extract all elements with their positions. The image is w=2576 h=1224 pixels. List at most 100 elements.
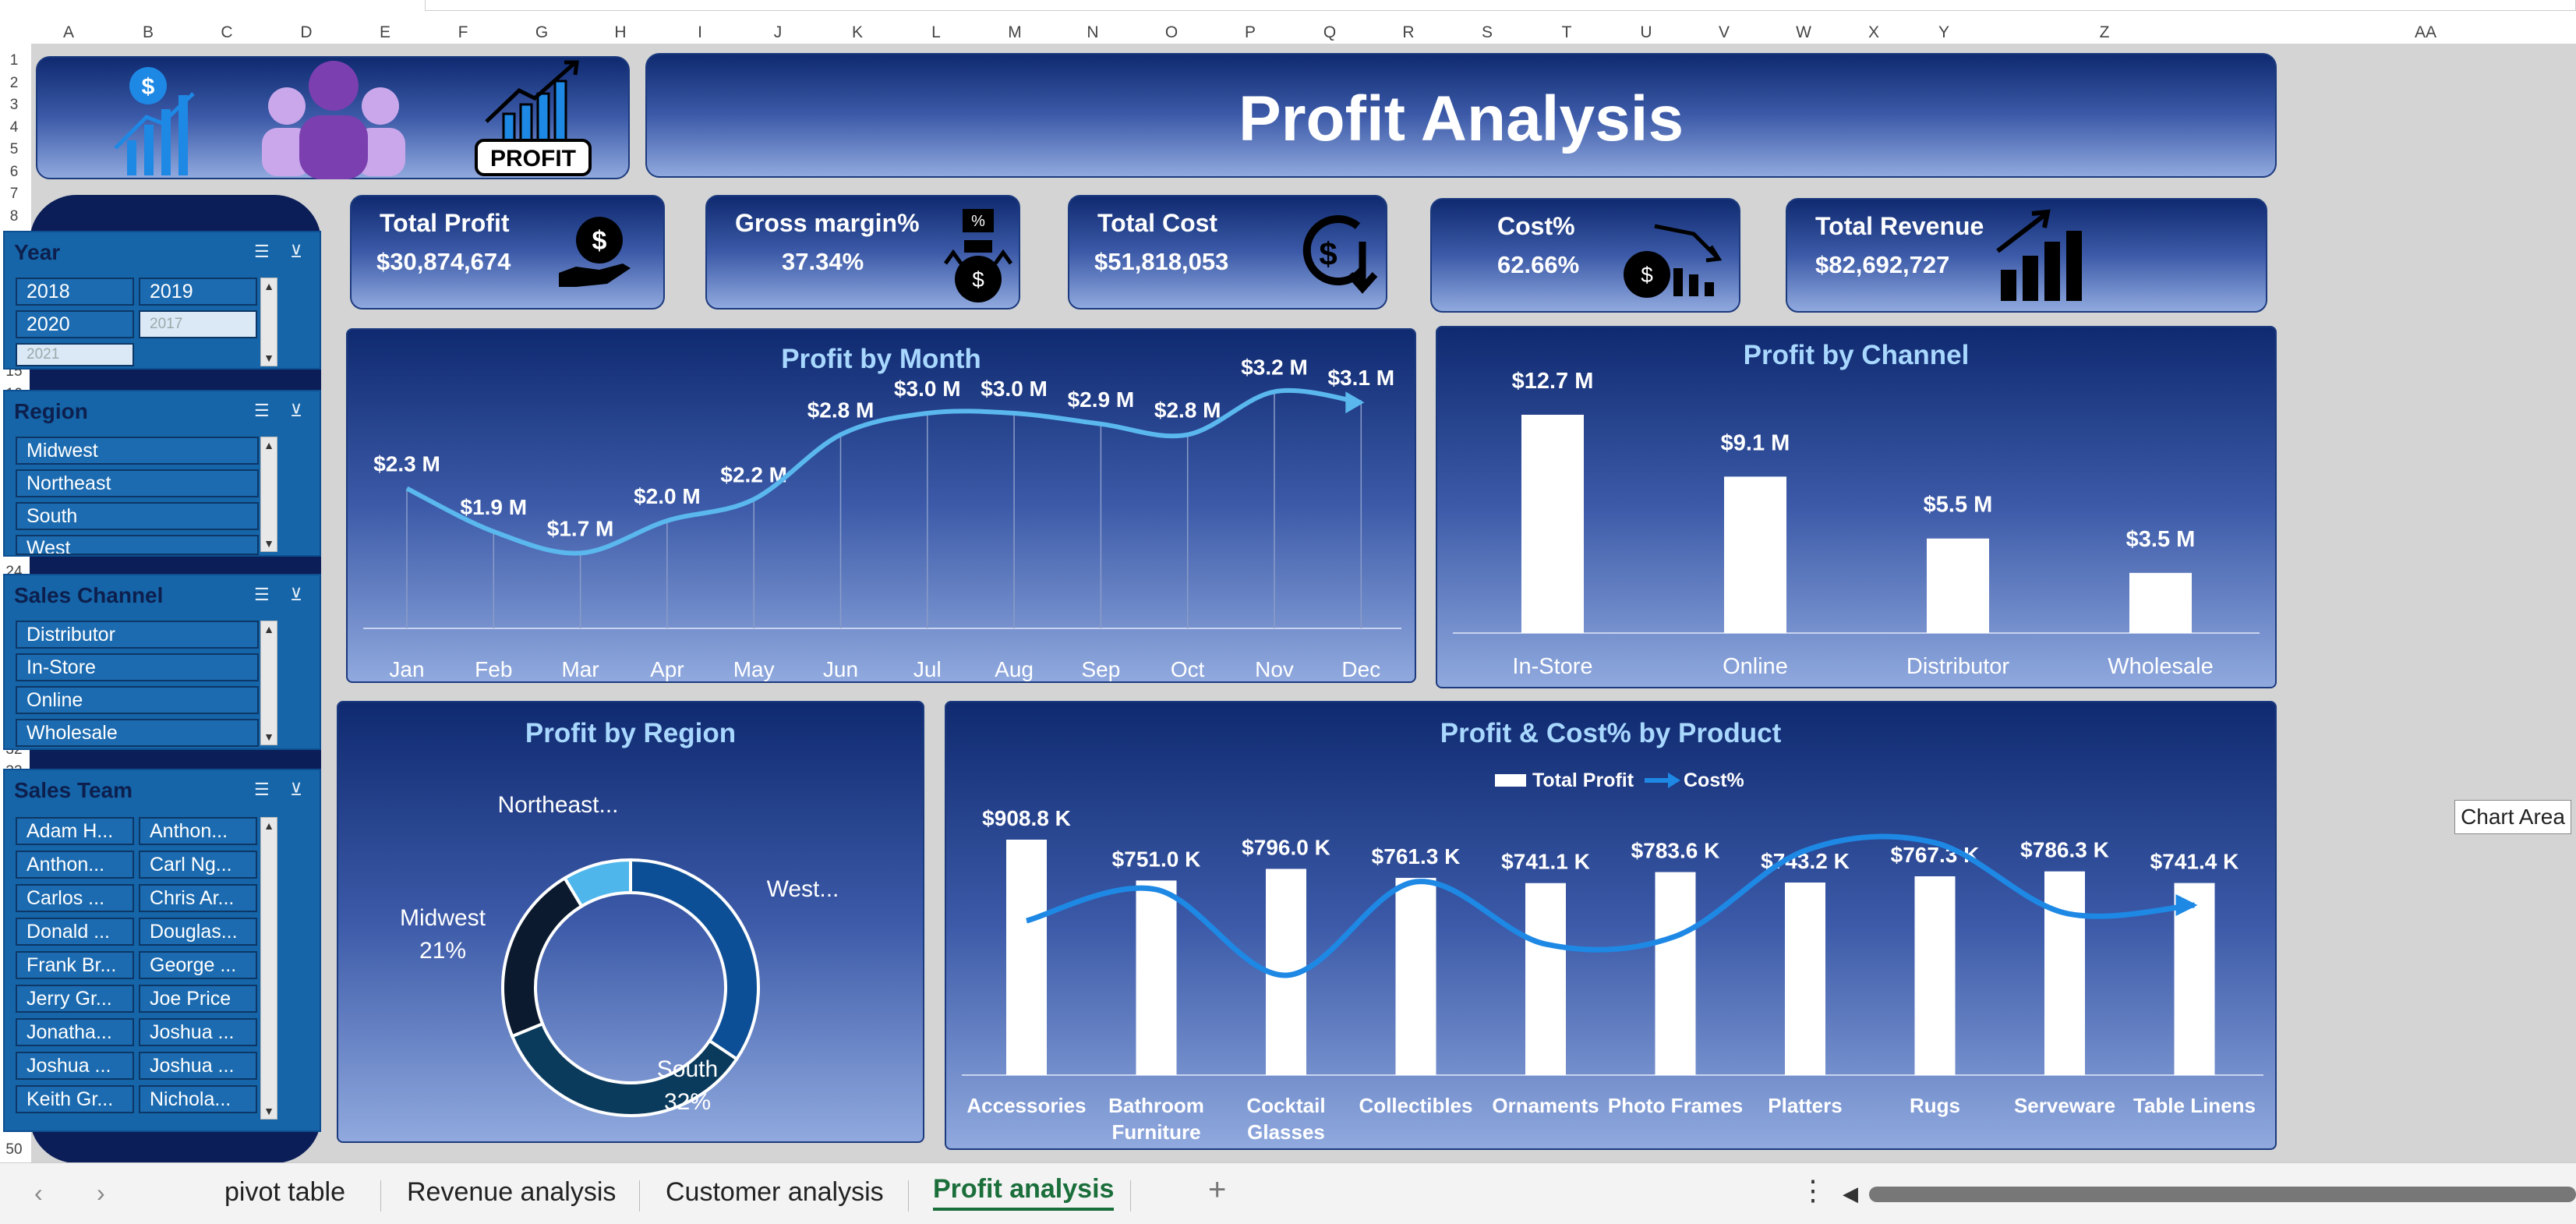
slicer-item[interactable]: Keith Gr... [16, 1085, 134, 1113]
column-letter[interactable]: O [1165, 23, 1178, 42]
slicer-item[interactable]: 2018 [16, 278, 134, 306]
slicer-item[interactable]: 2020 [16, 310, 134, 338]
column-letter[interactable]: Y [1938, 23, 1949, 42]
next-sheet-icon[interactable]: › [97, 1179, 105, 1208]
column-letter[interactable]: W [1796, 23, 1811, 42]
slicer-item[interactable]: 2019 [139, 278, 257, 306]
column-letter[interactable]: Q [1323, 23, 1336, 42]
slicer-item[interactable]: George ... [139, 951, 257, 979]
row-number[interactable]: 7 [0, 186, 28, 203]
clear-filter-icon[interactable]: ⊻ [290, 585, 302, 605]
chart-profit-by-channel[interactable]: Profit by Channel $12.7 M In-Store $9.1 MO… [1436, 326, 2277, 688]
slicer-item[interactable]: South [16, 502, 259, 530]
slicer-item[interactable]: Joshua ... [16, 1052, 134, 1080]
slicer-scrollbar[interactable]: ▲ ▼ [260, 621, 277, 745]
column-letter[interactable]: T [1562, 23, 1572, 42]
slice-label: Northeast... [497, 792, 618, 818]
column-letter[interactable]: H [614, 23, 626, 42]
prev-sheet-icon[interactable]: ‹ [34, 1179, 43, 1208]
column-letter[interactable]: V [1719, 23, 1730, 42]
multi-select-icon[interactable]: ☰ [254, 242, 270, 262]
row-number[interactable]: 1 [0, 52, 28, 69]
slicer-item[interactable]: Distributor [16, 621, 259, 649]
multi-select-icon[interactable]: ☰ [254, 780, 270, 800]
scroll-left-icon[interactable]: ◀ [1843, 1182, 1858, 1206]
column-letter[interactable]: I [698, 23, 702, 42]
column-letter[interactable]: F [458, 23, 468, 42]
column-letter[interactable]: X [1868, 23, 1879, 42]
slicer-item[interactable]: Nichola... [139, 1085, 257, 1113]
slicer-scrollbar[interactable]: ▲ ▼ [260, 278, 277, 366]
column-letter[interactable]: P [1245, 23, 1256, 42]
bar [1927, 538, 1989, 633]
slicer-item[interactable]: Anthon... [139, 817, 257, 845]
row-number[interactable]: 4 [0, 119, 28, 136]
slicer-item[interactable]: Adam H... [16, 817, 134, 845]
clear-filter-icon[interactable]: ⊻ [290, 242, 302, 262]
column-letter[interactable]: C [221, 23, 232, 42]
x-tick-label: Photo Frames [1608, 1094, 1743, 1117]
tab-revenue-analysis[interactable]: Revenue analysis [407, 1177, 616, 1208]
tab-pivot-table[interactable]: pivot table [224, 1177, 345, 1208]
column-letter[interactable]: L [931, 23, 941, 42]
slicer-item[interactable]: Wholesale [16, 719, 259, 747]
clear-filter-icon[interactable]: ⊻ [290, 401, 302, 421]
column-letter[interactable]: R [1402, 23, 1414, 42]
column-letter[interactable]: M [1008, 23, 1022, 42]
row-number[interactable]: 5 [0, 141, 28, 158]
column-letter[interactable]: D [300, 23, 312, 42]
column-letter[interactable]: Z [2100, 23, 2110, 42]
column-letter[interactable]: E [380, 23, 390, 42]
slicer-item[interactable]: Jerry Gr... [16, 985, 134, 1013]
slicer-item[interactable]: Donald ... [16, 918, 134, 946]
chart-profit-by-month[interactable]: Profit by Month Jan $2.3 M Feb $1.9 M Mar $1.… [346, 328, 1416, 683]
clear-filter-icon[interactable]: ⊻ [290, 780, 302, 800]
column-letter[interactable]: K [852, 23, 863, 42]
column-letter[interactable]: AA [2415, 23, 2436, 42]
slicer-item[interactable]: Chris Ar... [139, 884, 257, 912]
slicer-item[interactable]: Joshua ... [139, 1052, 257, 1080]
slicer-item[interactable]: In-Store [16, 653, 259, 681]
slicer-scrollbar[interactable]: ▲ ▼ [260, 817, 277, 1120]
slicer-item[interactable]: 2021 [16, 343, 134, 366]
slicer-item[interactable]: Douglas... [139, 918, 257, 946]
column-letter[interactable]: G [535, 23, 548, 42]
multi-select-icon[interactable]: ☰ [254, 401, 270, 421]
row-number[interactable]: 8 [0, 208, 28, 225]
column-letter[interactable]: J [774, 23, 783, 42]
column-letter[interactable]: A [63, 23, 74, 42]
column-letter[interactable]: U [1640, 23, 1652, 42]
slicer-item[interactable]: Midwest [16, 437, 259, 465]
slicer-item[interactable]: Northeast [16, 469, 259, 497]
chart-profit-by-region[interactable]: Profit by Region West... South 32% Midwest 2… [337, 701, 924, 1143]
slicer-item[interactable]: Joshua ... [139, 1018, 257, 1046]
more-options-icon[interactable]: ⋮ [1799, 1174, 1827, 1207]
chart-profit-cost-by-product[interactable]: Profit & Cost% by Product Total Profit Co… [945, 701, 2277, 1150]
slicer-item[interactable]: Joe Price [139, 985, 257, 1013]
slicer-item[interactable]: West [16, 535, 259, 555]
row-number[interactable]: 2 [0, 75, 28, 92]
row-number[interactable]: 3 [0, 97, 28, 114]
slicer-item[interactable]: Online [16, 686, 259, 714]
slicer-item[interactable]: Anthon... [16, 851, 134, 879]
data-label: $9.1 M [1721, 430, 1790, 455]
horizontal-scrollbar[interactable] [1869, 1187, 2576, 1202]
slicer-item[interactable]: 2017 [139, 310, 257, 338]
slicer-item[interactable]: Frank Br... [16, 951, 134, 979]
slicer-item[interactable]: Jonatha... [16, 1018, 134, 1046]
tab-customer-analysis[interactable]: Customer analysis [666, 1177, 884, 1208]
slicer-scrollbar[interactable]: ▲ ▼ [260, 437, 277, 552]
x-tick-label: Mar [561, 657, 599, 681]
add-sheet-icon[interactable]: + [1208, 1173, 1226, 1208]
row-number[interactable]: 6 [0, 164, 28, 181]
data-label: $1.7 M [547, 516, 614, 540]
column-letter[interactable]: S [1482, 23, 1493, 42]
column-letter[interactable]: B [143, 23, 154, 42]
multi-select-icon[interactable]: ☰ [254, 585, 270, 605]
slicer-item[interactable]: Carl Ng... [139, 851, 257, 879]
slicer-item[interactable]: Carlos ... [16, 884, 134, 912]
row-number[interactable]: 50 [0, 1141, 28, 1159]
tab-profit-analysis[interactable]: Profit analysis [933, 1174, 1115, 1211]
column-letter[interactable]: N [1087, 23, 1098, 42]
kpi-label: Total Cost [1097, 209, 1218, 237]
